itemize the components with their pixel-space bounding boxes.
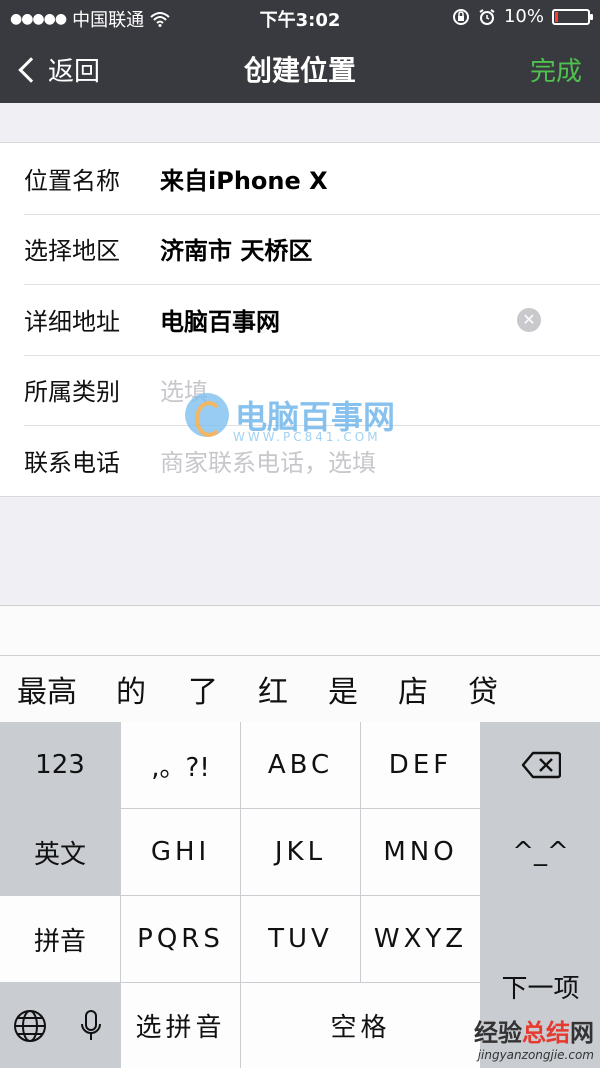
key-123[interactable]: 123 — [0, 722, 120, 808]
key-emoticon[interactable]: ^_^ — [481, 809, 600, 895]
key-abc[interactable]: ABC — [241, 722, 360, 808]
field-label: 联系电话 — [24, 448, 120, 477]
select-pinyin-button[interactable]: 选拼音 — [121, 983, 240, 1068]
battery-icon — [552, 8, 593, 25]
delete-button[interactable] — [481, 722, 600, 808]
input-accessory-bar — [0, 605, 600, 655]
orientation-lock-icon — [452, 8, 469, 25]
key-ghi[interactable]: GHI — [121, 809, 240, 895]
key-punctuation[interactable]: ,。?! — [121, 722, 240, 808]
microphone-icon — [80, 1009, 101, 1040]
candidate-item[interactable]: 店 — [398, 667, 428, 711]
corner-url: jingyanzongjie.com — [477, 1048, 594, 1062]
form-row-address[interactable]: 详细地址 电脑百事网 ✕ — [0, 284, 600, 355]
corner-brand-red: 总结 — [522, 1019, 570, 1047]
keyboard: 123 ,。?! ABC DEF 英文 GHI JKL MNO ^_^ 拼音 P… — [0, 722, 600, 1068]
location-name-value[interactable]: 来自iPhone X — [160, 161, 328, 196]
key-pqrs[interactable]: PQRS — [121, 896, 240, 982]
address-input[interactable]: 电脑百事网 — [160, 302, 280, 337]
globe-icon — [14, 1009, 46, 1042]
space-button[interactable]: 空格 — [241, 983, 480, 1068]
candidate-item[interactable]: 了 — [188, 667, 218, 711]
field-label: 选择地区 — [24, 237, 120, 266]
phone-input[interactable]: 商家联系电话，选填 — [160, 443, 376, 478]
key-tuv[interactable]: TUV — [241, 896, 360, 982]
alarm-icon — [479, 8, 495, 25]
key-jkl[interactable]: JKL — [241, 809, 360, 895]
corner-watermark: 经验总结网 jingyanzongjie.com — [474, 1013, 594, 1062]
next-item-label: 下一项 — [501, 974, 580, 1004]
watermark-url: WWW.PC841.COM — [233, 430, 381, 444]
key-mno[interactable]: MNO — [361, 809, 480, 895]
form-row-location-name[interactable]: 位置名称 来自iPhone X — [0, 143, 600, 214]
key-english[interactable]: 英文 — [0, 809, 120, 895]
candidate-item[interactable]: 最高 — [17, 667, 77, 711]
region-value[interactable]: 济南市 天桥区 — [160, 231, 312, 266]
candidate-item[interactable]: 的 — [116, 667, 146, 711]
field-label: 所属类别 — [24, 378, 120, 407]
field-label: 位置名称 — [24, 166, 120, 195]
form-row-region[interactable]: 选择地区 济南市 天桥区 — [0, 213, 600, 285]
candidate-item[interactable]: 是 — [328, 667, 358, 711]
page-title: 创建位置 — [243, 54, 356, 87]
top-header: ●●●●● 中国联通 下午3:02 10% 返回 创建位置 完成 — [0, 0, 600, 103]
battery-percent: 10% — [503, 6, 544, 27]
dictation-button[interactable] — [61, 983, 120, 1068]
key-pinyin[interactable]: 拼音 — [0, 896, 120, 982]
clear-icon[interactable]: ✕ — [517, 308, 541, 332]
done-button[interactable]: 完成 — [530, 51, 582, 88]
corner-brand-suffix: 网 — [570, 1019, 594, 1047]
field-label: 详细地址 — [24, 307, 120, 336]
watermark-logo-icon — [185, 393, 229, 437]
candidate-bar: 最高 的 了 红 是 店 贷 — [0, 655, 600, 722]
globe-button[interactable] — [0, 983, 60, 1068]
watermark: 电脑百事网 WWW.PC841.COM — [185, 392, 395, 444]
backspace-icon — [521, 751, 561, 779]
status-bar: ●●●●● 中国联通 下午3:02 10% — [0, 0, 600, 34]
nav-bar: 返回 创建位置 完成 — [0, 34, 600, 103]
candidate-item[interactable]: 红 — [258, 667, 288, 711]
key-def[interactable]: DEF — [361, 722, 480, 808]
candidate-item[interactable]: 贷 — [468, 667, 498, 711]
corner-brand-black: 经验 — [474, 1019, 522, 1047]
key-wxyz[interactable]: WXYZ — [361, 896, 480, 982]
